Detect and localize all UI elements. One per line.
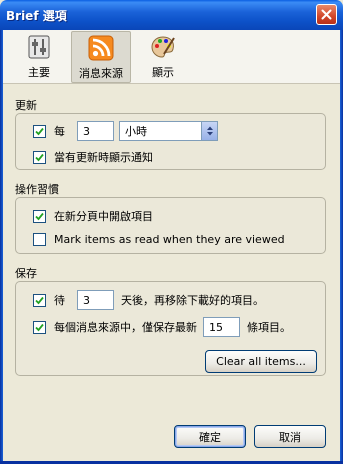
storage-keep-checkbox[interactable]	[33, 320, 46, 334]
tab-main[interactable]: 主要	[9, 31, 69, 83]
update-every-row: 每 小時	[33, 121, 218, 141]
newtab-checkbox[interactable]	[33, 209, 46, 223]
tab-display-label: 顯示	[152, 66, 174, 79]
storage-wait-row: 待 天後，再移除下載好的項目。	[33, 290, 264, 310]
checkmark-icon	[35, 323, 44, 331]
spin-arrows-icon	[201, 122, 217, 140]
update-heading: 更新	[15, 99, 37, 112]
habits-heading: 操作習慣	[15, 183, 59, 196]
storage-wait-checkbox[interactable]	[33, 293, 46, 307]
window-frame-left	[0, 30, 3, 464]
checkmark-icon	[35, 212, 44, 220]
checkmark-icon	[35, 296, 44, 304]
newtab-label: 在新分頁中開啟項目	[54, 210, 153, 223]
cancel-button[interactable]: 取消	[254, 425, 326, 448]
slider-settings-icon	[28, 35, 50, 59]
newtab-row: 在新分頁中開啟項目	[33, 208, 153, 224]
tab-feeds[interactable]: 消息來源	[71, 31, 131, 83]
ok-button[interactable]: 確定	[174, 425, 246, 448]
tab-main-label: 主要	[28, 66, 50, 79]
update-notify-row: 當有更新時顯示通知	[33, 149, 153, 165]
storage-keep-row: 每個消息來源中，僅保存最新 條項目。	[33, 317, 291, 337]
storage-days-input[interactable]	[77, 290, 114, 310]
update-notify-label: 當有更新時顯示通知	[54, 151, 153, 164]
mark-read-label: Mark items as read when they are viewed	[54, 233, 285, 246]
clear-all-items-button[interactable]: Clear all items...	[205, 350, 317, 373]
storage-heading: 保存	[15, 267, 37, 280]
window-title: Brief 選項	[6, 9, 67, 23]
close-button[interactable]	[316, 4, 337, 25]
update-interval-input[interactable]	[77, 121, 114, 141]
storage-keep-suffix: 條項目。	[247, 321, 291, 334]
update-unit-select[interactable]: 小時	[119, 121, 218, 141]
tab-feeds-label: 消息來源	[79, 67, 123, 80]
storage-keep-prefix: 每個消息來源中，僅保存最新	[54, 321, 197, 334]
mark-read-checkbox[interactable]	[33, 233, 46, 246]
checkmark-icon	[35, 153, 44, 161]
checkmark-icon	[35, 127, 44, 135]
preferences-toolbar: 主要 消息來源 顯示	[3, 30, 340, 84]
update-every-label: 每	[54, 125, 65, 138]
mark-read-row: Mark items as read when they are viewed	[33, 233, 285, 246]
rss-feed-icon	[88, 35, 114, 61]
palette-icon	[151, 36, 175, 58]
update-unit-value: 小時	[125, 125, 147, 138]
title-bar: Brief 選項	[0, 0, 343, 30]
close-icon	[321, 9, 332, 20]
storage-wait-suffix: 天後，再移除下載好的項目。	[121, 294, 264, 307]
update-notify-checkbox[interactable]	[33, 150, 46, 164]
storage-count-input[interactable]	[203, 317, 240, 337]
tab-display[interactable]: 顯示	[133, 31, 193, 83]
storage-wait-prefix: 待	[54, 294, 65, 307]
update-every-checkbox[interactable]	[33, 124, 46, 138]
